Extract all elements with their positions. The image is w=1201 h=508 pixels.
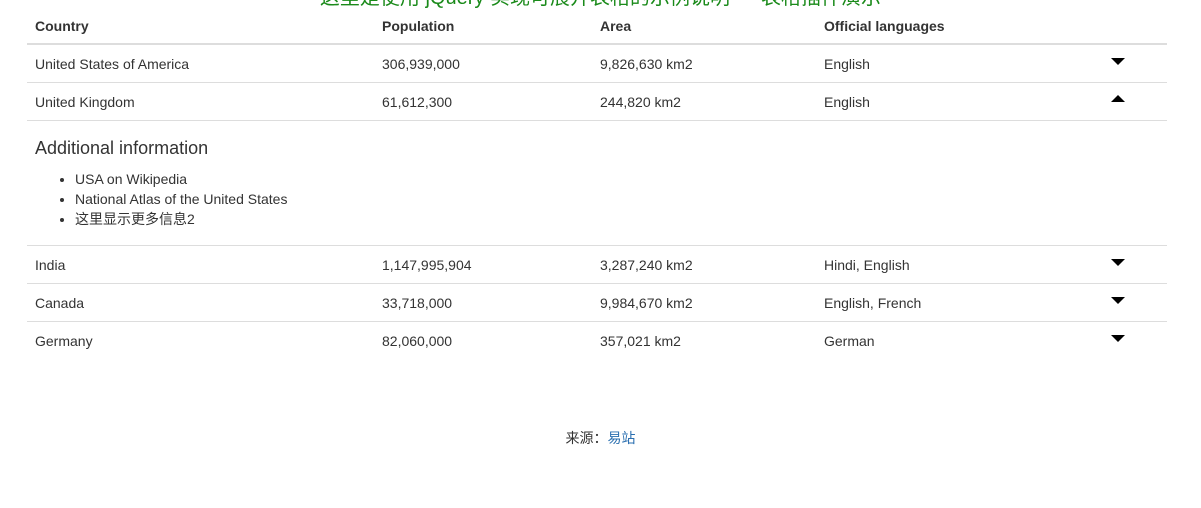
detail-item[interactable]: 这里显示更多信息2 (75, 209, 287, 229)
cell-population: 61,612,300 (382, 93, 453, 110)
header-area: Area (600, 17, 632, 34)
cell-population: 306,939,000 (382, 55, 460, 72)
cell-country: United Kingdom (35, 93, 135, 110)
cell-area: 244,820 km2 (600, 93, 681, 110)
cell-languages: English (824, 55, 870, 72)
table-header: Country Population Area Official languag… (27, 8, 1167, 45)
expand-arrow-down-icon[interactable] (1111, 297, 1125, 304)
cell-area: 3,287,240 km2 (600, 256, 693, 273)
table-row[interactable]: United Kingdom 61,612,300 244,820 km2 En… (27, 82, 1167, 120)
detail-item[interactable]: National Atlas of the United States (75, 189, 287, 209)
cell-languages: English, French (824, 294, 922, 311)
detail-item[interactable]: USA on Wikipedia (75, 169, 287, 189)
cell-country: United States of America (35, 55, 190, 72)
source-label: 来源： (565, 430, 608, 446)
header-population: Population (382, 17, 455, 34)
detail-panel: Additional information USA on Wikipedia … (27, 120, 1167, 245)
table-row[interactable]: India 1,147,995,904 3,287,240 km2 Hindi,… (27, 245, 1167, 283)
table-row[interactable]: Canada 33,718,000 9,984,670 km2 English,… (27, 283, 1167, 321)
detail-list: USA on Wikipedia National Atlas of the U… (75, 169, 287, 229)
collapse-arrow-up-icon[interactable] (1111, 95, 1125, 102)
source-link[interactable]: 易站 (608, 430, 636, 446)
cell-population: 1,147,995,904 (382, 256, 472, 273)
countries-table: Country Population Area Official languag… (27, 8, 1167, 359)
header-languages: Official languages (824, 17, 945, 34)
cell-country: Canada (35, 294, 85, 311)
header-country: Country (35, 17, 89, 34)
table-row[interactable]: United States of America 306,939,000 9,8… (27, 45, 1167, 82)
cell-area: 9,984,670 km2 (600, 294, 693, 311)
expand-arrow-down-icon[interactable] (1111, 259, 1125, 266)
cell-population: 82,060,000 (382, 332, 453, 349)
cell-languages: English (824, 93, 870, 110)
cell-population: 33,718,000 (382, 294, 453, 311)
cell-area: 357,021 km2 (600, 332, 681, 349)
expand-arrow-down-icon[interactable] (1111, 58, 1125, 65)
cell-country: India (35, 256, 66, 273)
cell-area: 9,826,630 km2 (600, 55, 693, 72)
source-footer: 来源：易站 (0, 428, 1201, 448)
expand-arrow-down-icon[interactable] (1111, 335, 1125, 342)
detail-title: Additional information (35, 138, 209, 158)
cell-country: Germany (35, 332, 93, 349)
cell-languages: German (824, 332, 875, 349)
table-row[interactable]: Germany 82,060,000 357,021 km2 German (27, 321, 1167, 359)
cell-languages: Hindi, English (824, 256, 910, 273)
